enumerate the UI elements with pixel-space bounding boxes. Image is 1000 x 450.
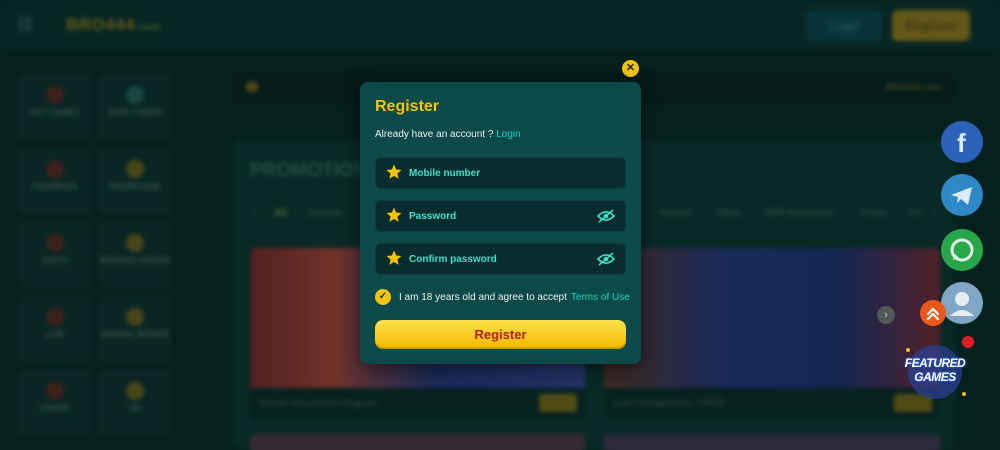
register-submit-button[interactable]: Register: [375, 320, 626, 349]
star-icon: [385, 163, 403, 181]
eye-hidden-icon[interactable]: [596, 209, 616, 223]
modal-close-button[interactable]: ✕: [622, 60, 639, 77]
confirm-password-input[interactable]: [409, 244, 589, 274]
facebook-icon[interactable]: f: [941, 121, 983, 163]
svg-text:f: f: [957, 128, 966, 158]
star-icon: [385, 249, 403, 267]
age-agreement: ✓ I am 18 years old and agree to accept T…: [375, 289, 630, 307]
carousel-next-icon[interactable]: ›: [877, 306, 895, 324]
support-agent-icon[interactable]: [941, 282, 983, 324]
register-modal: Register Already have an account ? Login…: [360, 82, 641, 364]
confirm-password-field[interactable]: [375, 243, 626, 275]
login-link[interactable]: Login: [496, 129, 520, 140]
eye-hidden-icon[interactable]: [596, 252, 616, 266]
featured-games-label: FEATURED GAMES: [904, 356, 966, 384]
scroll-top-icon[interactable]: [920, 300, 946, 326]
whatsapp-icon[interactable]: [941, 229, 983, 271]
agree-text-line: I am 18 years old and agree to accept Ter…: [399, 292, 630, 303]
featured-games-badge[interactable]: FEATURED GAMES: [898, 342, 972, 402]
mobile-number-field[interactable]: [375, 157, 626, 189]
password-input[interactable]: [409, 201, 589, 231]
telegram-icon[interactable]: [941, 174, 983, 216]
agree-checkbox[interactable]: ✓: [375, 289, 391, 305]
terms-of-use-link[interactable]: Terms of Use: [571, 292, 630, 303]
have-account-text: Already have an account ?: [375, 129, 494, 140]
agree-text: I am 18 years old and agree to accept: [399, 292, 567, 303]
password-field[interactable]: [375, 200, 626, 232]
have-account-line: Already have an account ? Login: [375, 129, 521, 140]
star-icon: [385, 206, 403, 224]
modal-title: Register: [375, 98, 440, 115]
mobile-number-input[interactable]: [409, 158, 589, 188]
